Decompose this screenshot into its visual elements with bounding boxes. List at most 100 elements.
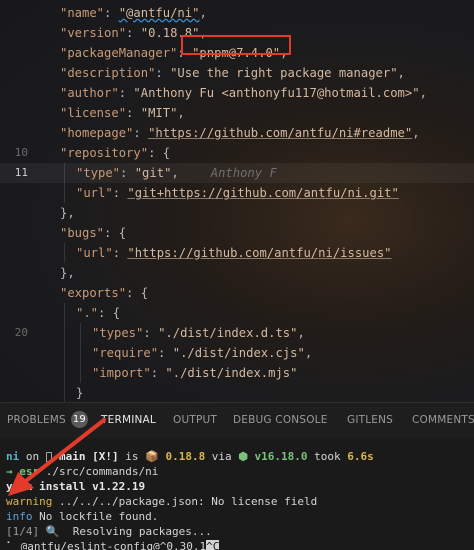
package-version: 0.18.8: [158, 450, 206, 463]
json-value: "./dist/index.cjs": [172, 346, 305, 360]
code-line[interactable]: "import": "./dist/index.mjs": [0, 363, 474, 383]
json-colon: :: [133, 126, 149, 140]
code-line[interactable]: "types": "./dist/index.d.ts",: [0, 323, 474, 343]
json-punct: ,: [304, 346, 313, 360]
command-duration: 6.6s: [347, 450, 374, 463]
terminal-step-line: [1/4] 🔍 Resolving packages...: [6, 524, 212, 539]
prompt-took: took: [307, 450, 348, 463]
code-line[interactable]: "url": "https://github.com/antfu/ni/issu…: [0, 243, 474, 263]
code-line[interactable]: },: [0, 203, 474, 223]
terminal-prompt-line: ni on  main [X!] is 📦 0.18.8 via ⬢ v16.…: [6, 449, 374, 464]
json-value: "./dist/index.d.ts": [158, 326, 298, 340]
json-key: "description": [60, 66, 156, 80]
code-line[interactable]: "bugs": {: [0, 223, 474, 243]
code-line[interactable]: "homepage": "https://github.com/antfu/ni…: [0, 123, 474, 143]
code-line[interactable]: "exports": {: [0, 283, 474, 303]
tab-problems[interactable]: PROBLEMS 19: [7, 403, 88, 439]
code-line[interactable]: ".": {: [0, 303, 474, 323]
code-line[interactable]: "name": "@antfu/ni",: [0, 3, 474, 23]
indent-guide: [80, 323, 81, 383]
code-line[interactable]: "url": "git+https://github.com/antfu/ni.…: [0, 183, 474, 203]
json-colon: :: [150, 366, 166, 380]
code-line[interactable]: "type": "git", Anthony F: [0, 163, 474, 183]
step-counter: [1/4]: [6, 525, 40, 538]
prompt-arrow: →: [6, 465, 20, 478]
panel-tab-bar: PROBLEMS 19 TERMINAL OUTPUT DEBUG CONSOLE GIT…: [0, 402, 474, 439]
code-line[interactable]: "require": "./dist/index.cjs",: [0, 343, 474, 363]
json-link[interactable]: "https://github.com/antfu/ni/issues": [127, 246, 391, 260]
terminal-info-line: info No lockfile found.: [6, 509, 158, 524]
json-key: "type": [76, 166, 121, 180]
magnifier-icon: 🔍: [45, 525, 60, 538]
terminal-yarn-line: yarn install v1.22.19: [6, 480, 146, 493]
tab-output[interactable]: OUTPUT: [173, 403, 217, 439]
json-punct: ,: [397, 66, 405, 80]
node-icon: ⬢: [238, 450, 248, 463]
warning-tag: warning: [6, 495, 53, 508]
terminal-view[interactable]: ni on  main [X!] is 📦 0.18.8 via ⬢ v16.…: [0, 438, 474, 550]
json-key: "exports": [60, 286, 127, 300]
json-value: "./dist/index.mjs": [165, 366, 298, 380]
tab-label: DEBUG CONSOLE: [233, 414, 328, 426]
tab-terminal[interactable]: TERMINAL: [101, 403, 156, 439]
json-value: }: [76, 386, 84, 400]
json-punct: ,: [171, 166, 179, 180]
prompt-on: on: [19, 450, 46, 463]
json-punct: ,: [412, 126, 420, 140]
tab-comments[interactable]: COMMENTS: [412, 403, 474, 439]
json-colon: :: [104, 6, 119, 20]
indent-guide: [64, 243, 65, 263]
json-link[interactable]: "git+https://github.com/antfu/ni.git": [127, 186, 399, 200]
json-colon: :: [126, 106, 141, 120]
step-text: Resolving packages...: [59, 525, 212, 538]
indent-guide: [64, 303, 65, 402]
json-value: "Anthony Fu <anthonyfu117@hotmail.com>": [133, 86, 420, 100]
code-line[interactable]: }: [0, 383, 474, 402]
git-status: [X!]: [92, 450, 119, 463]
json-key: "url": [76, 246, 113, 260]
tab-label: GITLENS: [347, 414, 394, 426]
prompt-is: is: [118, 450, 146, 463]
terminal-progress-line: ⠁ @antfu/eslint-config@^0.30.1^C: [6, 539, 220, 550]
json-colon: :: [118, 86, 134, 100]
terminal-warning-line: warning ../../../package.json: No licens…: [6, 494, 317, 509]
json-punct: ,: [419, 86, 427, 100]
code-line[interactable]: "description": "Use the right package ma…: [0, 63, 474, 83]
info-tag: info: [6, 510, 33, 523]
annotation-highlight-box: [181, 35, 291, 55]
command-args: ./src/commands/ni: [39, 465, 159, 478]
warning-text: ../../../package.json: No license field: [52, 495, 318, 508]
code-line[interactable]: "author": "Anthony Fu <anthonyfu117@hotm…: [0, 83, 474, 103]
json-key: "version": [60, 26, 127, 40]
code-line[interactable]: "repository": {: [0, 143, 474, 163]
tab-debug-console[interactable]: DEBUG CONSOLE: [233, 403, 328, 439]
json-punct: ,: [297, 326, 305, 340]
json-colon: :: [112, 186, 128, 200]
git-blame-annotation: Anthony F: [210, 166, 277, 180]
json-key: "import": [92, 366, 151, 380]
json-key: "repository": [60, 146, 149, 160]
tab-label: OUTPUT: [173, 414, 217, 426]
tab-gitlens[interactable]: GITLENS: [347, 403, 393, 439]
json-colon: :: [148, 146, 163, 160]
json-key: "license": [60, 106, 127, 120]
prompt-via: via: [205, 450, 239, 463]
json-link[interactable]: "https://github.com/antfu/ni#readme": [148, 126, 412, 140]
json-value: "MIT": [140, 106, 178, 120]
json-key: "require": [92, 346, 159, 360]
editor-pane[interactable]: 10 11 20 "name": "@antfu/ni", "version": "0…: [0, 0, 474, 402]
json-key: "url": [76, 186, 113, 200]
json-colon: :: [112, 246, 128, 260]
terminal-cursor[interactable]: ^C: [206, 540, 220, 550]
node-version: v16.18.0: [247, 450, 308, 463]
code-line[interactable]: "license": "MIT",: [0, 103, 474, 123]
json-colon: :: [120, 166, 135, 180]
json-value: {: [140, 286, 149, 300]
json-value: "Use the right package manager": [170, 66, 398, 80]
code-line[interactable]: },: [0, 263, 474, 283]
json-key: "name": [60, 6, 105, 20]
command-name: esr: [19, 465, 40, 478]
json-value: },: [60, 266, 75, 280]
json-colon: :: [155, 66, 171, 80]
git-branch: main: [52, 450, 93, 463]
